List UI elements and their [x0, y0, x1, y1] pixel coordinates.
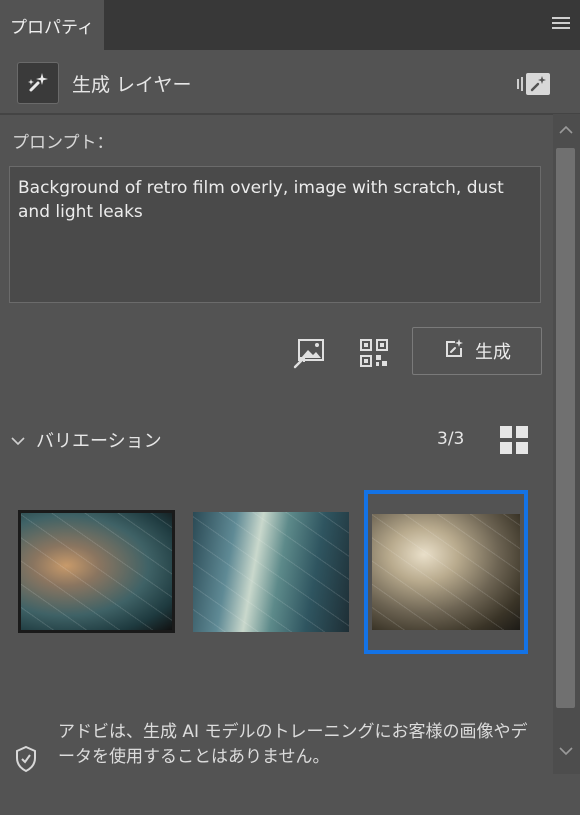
generate-icon — [443, 338, 465, 365]
generative-fill-icon[interactable] — [516, 70, 552, 98]
privacy-notice: アドビは、生成 AI モデルのトレーニングにお客様の画像やデータを使用することは… — [58, 722, 528, 767]
scroll-down-icon[interactable] — [556, 743, 576, 759]
tab-properties[interactable]: プロパティ — [0, 0, 104, 50]
generate-button[interactable]: 生成 — [412, 327, 542, 375]
tab-label: プロパティ — [10, 17, 94, 38]
chevron-down-icon[interactable] — [10, 432, 26, 446]
header-divider — [0, 113, 580, 115]
scrollbar-thumb[interactable] — [556, 148, 575, 708]
variation-thumbnail-2[interactable] — [193, 512, 349, 632]
variations-label[interactable]: バリエーション — [36, 427, 162, 453]
variation-thumbnail-1[interactable] — [18, 510, 175, 633]
grid-view-icon[interactable] — [499, 425, 529, 455]
menu-icon[interactable] — [552, 17, 570, 31]
scroll-up-icon[interactable] — [556, 122, 576, 138]
qr-icon[interactable] — [359, 338, 389, 368]
layer-title: 生成 レイヤー — [72, 74, 192, 96]
prompt-textarea[interactable]: Background of retro film overly, image w… — [9, 166, 541, 303]
generative-layer-icon — [17, 62, 59, 104]
variation-thumbnail-3-selected[interactable] — [364, 490, 528, 654]
variations-count: 3/3 — [437, 429, 465, 449]
image-reference-icon[interactable] — [293, 337, 325, 369]
prompt-label: プロンプト： — [12, 133, 114, 153]
generate-label: 生成 — [475, 342, 511, 363]
shield-icon — [14, 745, 38, 773]
